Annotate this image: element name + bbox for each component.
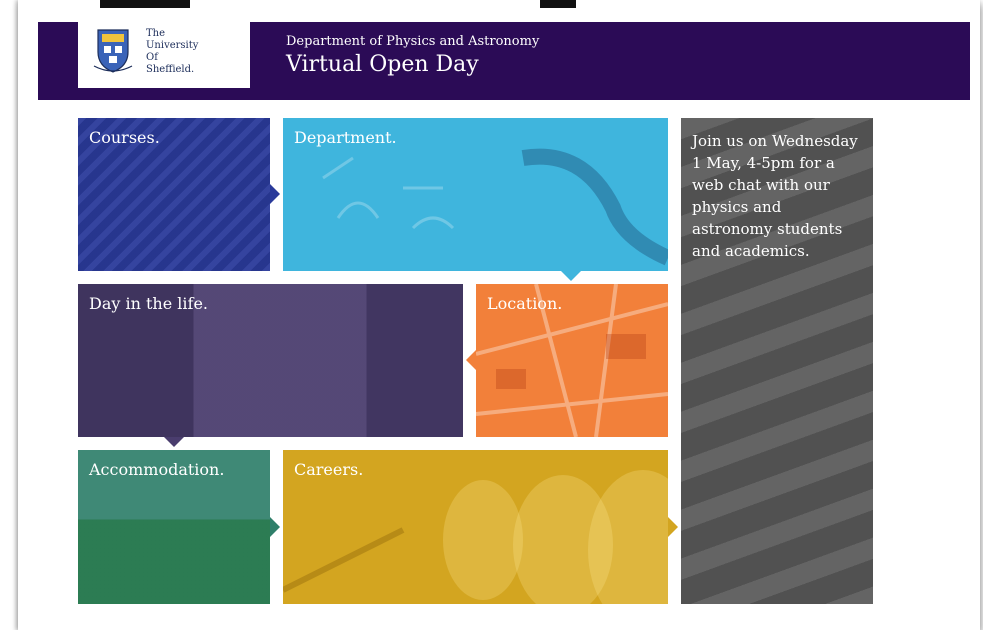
top-edge-bar bbox=[100, 0, 190, 8]
promo-text: Join us on Wednesday 1 May, 4-5pm for a … bbox=[692, 132, 858, 260]
promo-web-chat[interactable]: Join us on Wednesday 1 May, 4-5pm for a … bbox=[681, 118, 873, 604]
tile-courses[interactable]: Courses. bbox=[78, 118, 280, 271]
arrow-down-icon bbox=[561, 271, 581, 281]
arrow-left-icon bbox=[466, 350, 476, 370]
tile-label-courses: Courses. bbox=[89, 128, 160, 147]
university-crest-icon bbox=[93, 29, 133, 73]
logo-line: University bbox=[146, 40, 199, 51]
arrow-right-icon bbox=[270, 184, 280, 204]
tile-location[interactable]: Location. bbox=[466, 284, 668, 437]
logo-line: The bbox=[146, 28, 166, 39]
top-edge-bar bbox=[540, 0, 576, 8]
tile-accommodation[interactable]: Accommodation. bbox=[78, 450, 280, 604]
logo-line: Sheffield. bbox=[146, 64, 195, 75]
page-header: The University Of Sheffield. Department … bbox=[38, 22, 970, 100]
tile-careers[interactable]: Careers. bbox=[283, 450, 678, 604]
tile-label-department: Department. bbox=[294, 128, 397, 147]
arrow-right-icon bbox=[270, 517, 280, 537]
page-title: Virtual Open Day bbox=[286, 52, 479, 77]
tile-label-accommodation: Accommodation. bbox=[89, 460, 225, 479]
university-name: The University Of Sheffield. bbox=[146, 28, 198, 76]
tile-department[interactable]: Department. bbox=[283, 118, 668, 281]
tile-day-in-the-life[interactable]: Day in the life. bbox=[78, 284, 463, 447]
tile-label-day-in-the-life: Day in the life. bbox=[89, 294, 208, 313]
arrow-down-icon bbox=[164, 437, 184, 447]
arrow-right-icon bbox=[668, 517, 678, 537]
tile-label-location: Location. bbox=[487, 294, 563, 313]
logo-line: Of bbox=[146, 52, 158, 63]
department-name: Department of Physics and Astronomy bbox=[286, 34, 540, 49]
university-logo[interactable]: The University Of Sheffield. bbox=[78, 22, 250, 88]
tile-label-careers: Careers. bbox=[294, 460, 364, 479]
